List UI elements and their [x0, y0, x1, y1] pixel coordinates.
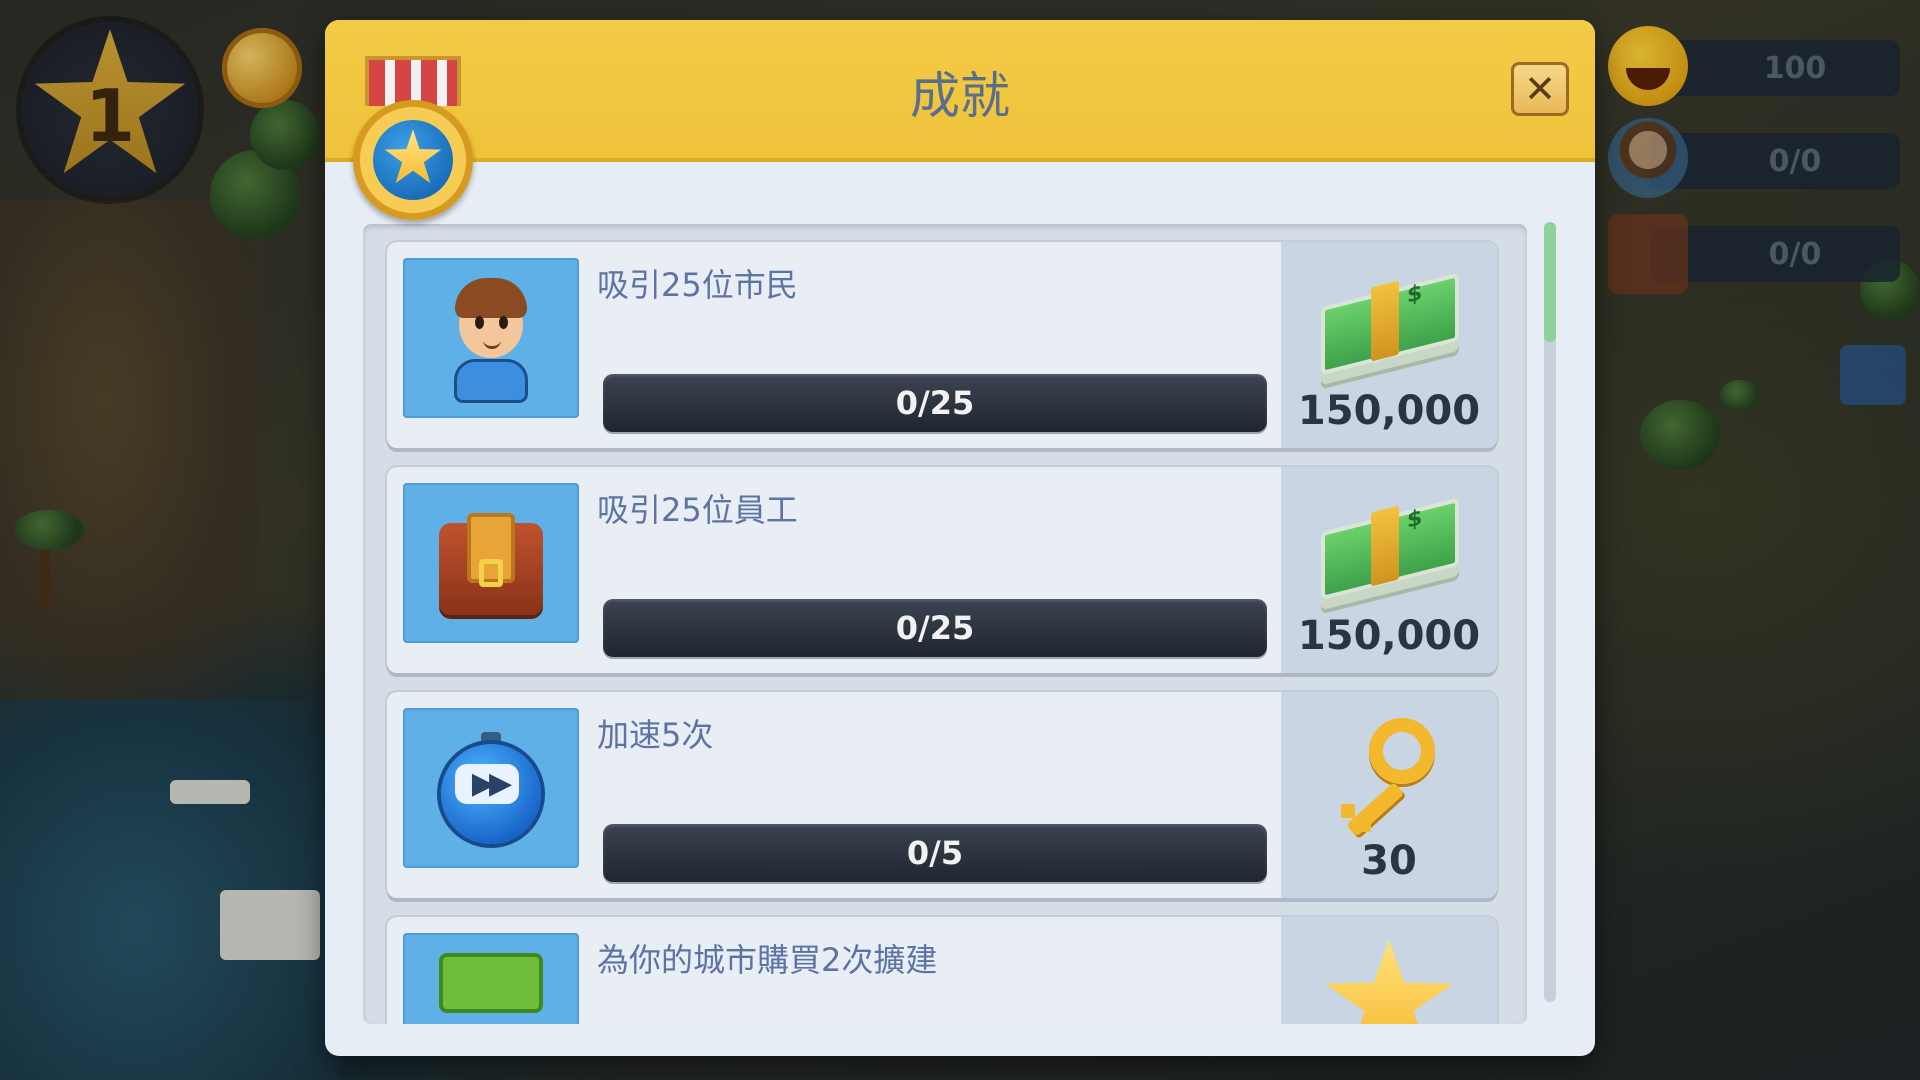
dialog-title: 成就: [910, 67, 1010, 125]
reward-value: 150,000: [1297, 613, 1481, 659]
achievement-progress-bar: 0/5: [603, 824, 1267, 882]
person-icon: [449, 278, 533, 402]
close-button[interactable]: ✕: [1511, 62, 1569, 116]
money-icon: $: [1321, 497, 1459, 601]
scrollbar-thumb[interactable]: [1544, 222, 1556, 342]
achievement-progress-bar: 0/25: [603, 599, 1267, 657]
achievement-title: 加速5次: [597, 716, 714, 754]
dialog-header: 成就 ✕: [325, 20, 1595, 162]
scrollbar[interactable]: [1544, 222, 1556, 1002]
reward-value: 30: [1361, 838, 1417, 884]
achievement-title: 為你的城市購買2次擴建: [597, 941, 938, 979]
achievement-icon-box: [403, 933, 579, 1024]
achievement-card: 為你的城市購買2次擴建: [387, 917, 1497, 1024]
achievement-list[interactable]: 吸引25位市民 0/25 $ 150,000 吸引25位員工 0/25 $ 15…: [363, 224, 1527, 1024]
progress-text: 0/25: [895, 384, 975, 422]
money-icon: $: [1321, 272, 1459, 376]
achievement-icon-box: [403, 483, 579, 643]
reward-panel: $ 150,000: [1281, 242, 1497, 448]
achievement-title: 吸引25位市民: [597, 266, 798, 304]
timer-icon: ▶▶: [437, 732, 545, 848]
star-icon: [1325, 939, 1453, 1024]
achievement-card: 吸引25位員工 0/25 $ 150,000: [387, 467, 1497, 673]
bag-icon: [439, 513, 543, 617]
achievement-card: ▶▶ 加速5次 0/5 30: [387, 692, 1497, 898]
expansion-icon: [439, 953, 543, 1013]
reward-value: 150,000: [1297, 388, 1481, 434]
progress-text: 0/25: [895, 609, 975, 647]
key-icon: [1329, 712, 1449, 837]
reward-panel: 30: [1281, 692, 1497, 898]
achievement-title: 吸引25位員工: [597, 491, 798, 529]
reward-panel: $ 150,000: [1281, 467, 1497, 673]
close-icon: ✕: [1524, 67, 1556, 111]
achievement-icon-box: [403, 258, 579, 418]
achievement-card: 吸引25位市民 0/25 $ 150,000: [387, 242, 1497, 448]
achievements-dialog: 成就 ✕ 吸引25位市民 0/25 $ 150,000 吸引25位員工 0/25…: [325, 20, 1595, 1056]
progress-text: 0/5: [906, 834, 964, 872]
medal-icon: [351, 56, 475, 226]
reward-panel: [1281, 917, 1497, 1024]
achievement-icon-box: ▶▶: [403, 708, 579, 868]
achievement-progress-bar: 0/25: [603, 374, 1267, 432]
